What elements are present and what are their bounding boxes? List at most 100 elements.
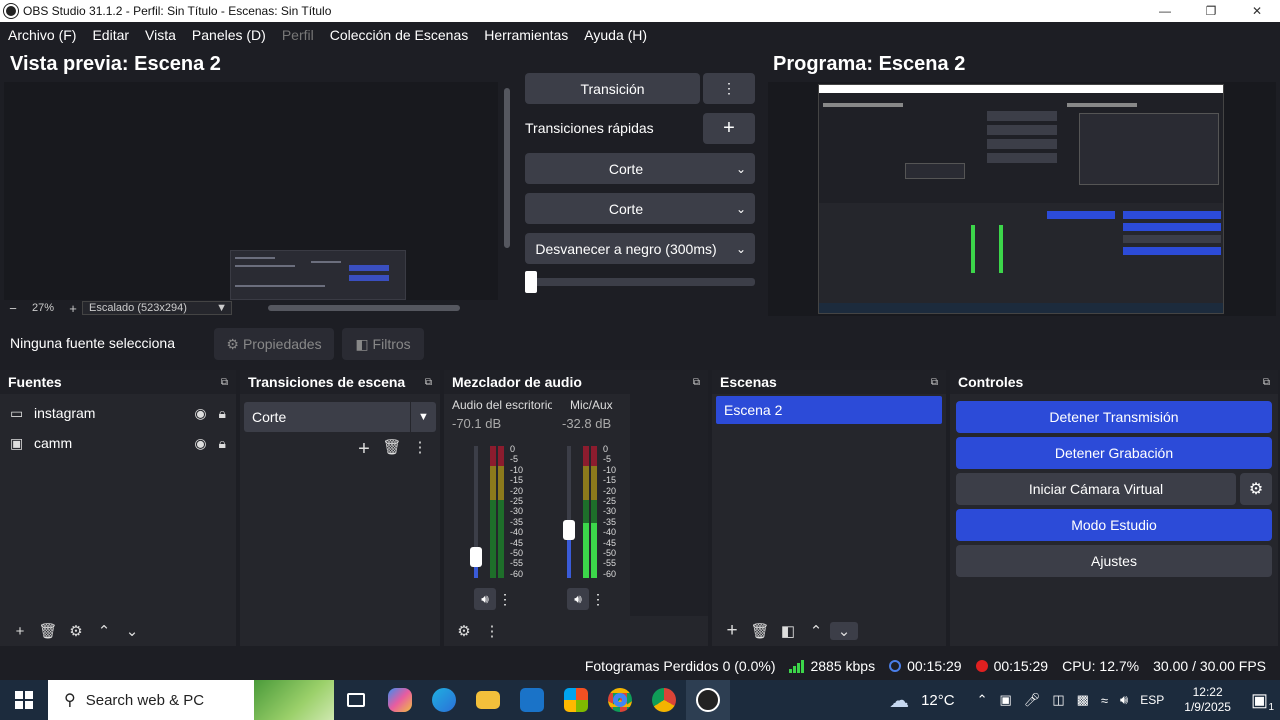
menu-paneles[interactable]: Paneles (D)	[192, 27, 266, 43]
notification-count: 1	[1268, 701, 1274, 713]
transition-slider-handle[interactable]	[525, 271, 537, 293]
studio-mode-button[interactable]: Modo Estudio	[956, 509, 1272, 541]
menu-coleccion-escenas[interactable]: Colección de Escenas	[330, 27, 469, 43]
meter-scale-tick: -30	[603, 506, 617, 517]
properties-button[interactable]: ⚙ Propiedades	[214, 328, 334, 360]
copilot-icon[interactable]	[378, 680, 422, 720]
task-view-icon[interactable]	[334, 680, 378, 720]
stop-recording-button[interactable]: Detener Grabación	[956, 437, 1272, 469]
settings-button[interactable]: Ajustes	[956, 545, 1272, 577]
volume-fader[interactable]	[563, 446, 575, 578]
zoom-out-button[interactable]: −	[4, 301, 22, 316]
chevron-down-icon: ▼	[410, 402, 436, 432]
wifi-icon[interactable]: ≈	[1101, 693, 1108, 708]
teams-tray-icon[interactable]: ▩	[1077, 692, 1089, 708]
add-scene-plus-icon[interactable]: +	[718, 620, 746, 642]
scene-item-escena-2[interactable]: Escena 2	[716, 396, 942, 424]
undock-icon[interactable]: ⧉	[221, 377, 228, 388]
speaker-mute-icon[interactable]: 🔊︎	[474, 588, 496, 610]
mic-tray-icon[interactable]: 🎤︎	[1024, 692, 1041, 708]
device-tray-icon[interactable]: ◫	[1052, 692, 1064, 708]
edge-icon[interactable]	[422, 680, 466, 720]
menu-herramientas[interactable]: Herramientas	[484, 27, 568, 43]
minimize-icon[interactable]: —	[1142, 0, 1188, 22]
stop-stream-button[interactable]: Detener Transmisión	[956, 401, 1272, 433]
add-transition-plus-icon[interactable]: +	[350, 438, 378, 461]
preview-canvas[interactable]	[4, 82, 498, 300]
start-virtual-camera-button[interactable]: Iniciar Cámara Virtual	[956, 473, 1236, 505]
move-up-icon[interactable]: ⌃	[90, 622, 118, 640]
notifications-icon[interactable]: ▣ 1	[1251, 690, 1274, 713]
window-controls: — ❐ ✕	[1142, 0, 1280, 22]
more-vertical-icon[interactable]: ⋮	[589, 591, 607, 608]
transition-button[interactable]: Transición	[525, 73, 700, 104]
preview-vertical-scrollbar[interactable]	[502, 82, 512, 300]
preview-horizontal-scrollbar[interactable]	[268, 305, 460, 311]
scene-filters-icon[interactable]: ◧	[774, 622, 802, 640]
windows-start-icon[interactable]	[0, 680, 48, 720]
obs-taskbar-icon[interactable]	[686, 680, 730, 720]
camera-tray-icon[interactable]: ▣	[1000, 692, 1012, 708]
menu-perfil[interactable]: Perfil	[282, 27, 314, 43]
channel-name: Audio del escritorio	[452, 398, 552, 412]
lock-icon[interactable]: 🔒︎	[219, 435, 226, 452]
virtual-camera-settings-button[interactable]: ⚙	[1240, 473, 1272, 505]
close-icon[interactable]: ✕	[1234, 0, 1280, 22]
source-item-instagram[interactable]: ▭ instagram ◉ 🔒︎	[0, 398, 236, 428]
chevron-up-icon[interactable]: ⌃	[977, 692, 988, 708]
menu-editar[interactable]: Editar	[92, 27, 129, 43]
source-item-label: instagram	[34, 405, 96, 421]
remove-transition-trash-icon[interactable]: 🗑︎	[378, 438, 406, 461]
add-quick-transition-button[interactable]: +	[703, 113, 755, 144]
microsoft-store-icon[interactable]	[554, 680, 598, 720]
visibility-eye-icon[interactable]: ◉	[194, 405, 206, 422]
quick-transition-select-1[interactable]: Corte ⌄	[525, 153, 755, 184]
quick-transition-select-2[interactable]: Corte ⌄	[525, 193, 755, 224]
scale-select[interactable]: Escalado (523x294) ▼	[82, 301, 233, 315]
advanced-audio-gear-icon[interactable]: ⚙	[450, 622, 478, 640]
file-explorer-icon[interactable]	[466, 680, 510, 720]
program-screenshot	[818, 84, 1224, 314]
speaker-mute-icon[interactable]: 🔊︎	[567, 588, 589, 610]
undock-icon[interactable]: ⧉	[693, 377, 700, 388]
volume-fader[interactable]	[470, 446, 482, 578]
scene-transition-select[interactable]: Corte ▼	[244, 402, 436, 432]
add-source-plus-icon[interactable]: +	[6, 623, 34, 640]
volume-icon[interactable]: 🔊︎	[1120, 692, 1128, 708]
taskbar-search[interactable]: ⚲ Search web & PC	[48, 680, 334, 720]
more-vertical-icon[interactable]: ⋮	[478, 622, 506, 640]
more-vertical-icon[interactable]: ⋮	[496, 591, 514, 608]
undock-icon[interactable]: ⧉	[931, 377, 938, 388]
lock-icon[interactable]: 🔒︎	[219, 405, 226, 422]
transition-slider[interactable]	[525, 271, 755, 293]
source-properties-gear-icon[interactable]: ⚙	[62, 622, 90, 640]
filters-button[interactable]: ◧ Filtros	[342, 328, 424, 360]
gear-icon: ⚙	[1248, 481, 1264, 498]
clock[interactable]: 12:22 1/9/2025	[1184, 685, 1231, 715]
more-vertical-icon[interactable]: ⋮	[406, 438, 434, 461]
zoom-in-button[interactable]: +	[64, 301, 82, 316]
quick-transition-select-3[interactable]: Desvanecer a negro (300ms) ⌄	[525, 233, 755, 264]
volume-fader-knob[interactable]	[470, 546, 482, 567]
menu-vista[interactable]: Vista	[145, 27, 176, 43]
menu-ayuda[interactable]: Ayuda (H)	[584, 27, 647, 43]
move-up-icon[interactable]: ⌃	[802, 622, 830, 640]
undock-icon[interactable]: ⧉	[425, 377, 432, 388]
volume-fader-knob[interactable]	[563, 520, 575, 541]
undock-icon[interactable]: ⧉	[1263, 377, 1270, 388]
restore-icon[interactable]: ❐	[1188, 0, 1234, 22]
move-down-icon[interactable]: ⌄	[118, 622, 146, 640]
transition-options-button[interactable]: ⋮	[703, 73, 755, 104]
remove-scene-trash-icon[interactable]: 🗑︎	[746, 622, 774, 640]
stream-icon	[889, 660, 902, 672]
menu-archivo[interactable]: Archivo (F)	[8, 27, 76, 43]
language-indicator[interactable]: ESP	[1140, 693, 1164, 707]
visibility-eye-icon[interactable]: ◉	[194, 435, 206, 452]
source-item-camm[interactable]: ▣ camm ◉ 🔒︎	[0, 428, 236, 458]
outlook-icon[interactable]	[510, 680, 554, 720]
stop-stream-label: Detener Transmisión	[1049, 409, 1179, 425]
move-down-icon[interactable]: ⌄	[830, 622, 858, 640]
remove-source-trash-icon[interactable]: 🗑︎	[34, 622, 62, 640]
chrome-profile-icon[interactable]	[642, 680, 686, 720]
chrome-icon[interactable]	[598, 680, 642, 720]
